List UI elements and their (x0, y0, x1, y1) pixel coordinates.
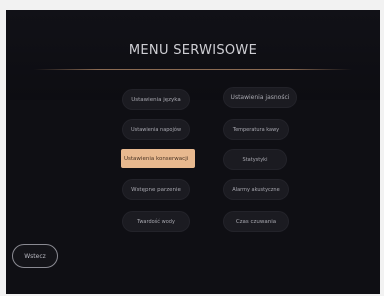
language-settings-button[interactable]: Ustawienia języka (123, 90, 189, 109)
statistics-button[interactable]: Statystyki (224, 150, 286, 169)
standby-time-button[interactable]: Czas czuwania (224, 212, 288, 231)
water-hardness-button[interactable]: Twardość wody (123, 212, 189, 231)
title-divider (34, 69, 352, 70)
acoustic-alarms-button[interactable]: Alarmy akustyczne (224, 180, 288, 199)
drinks-settings-button[interactable]: Ustawienia napojów (123, 120, 189, 139)
maintenance-settings-button[interactable]: Ustawienia konserwacji (121, 149, 195, 168)
service-menu-screen: MENU SERWISOWE Ustawienia języka Ustawie… (6, 10, 380, 294)
coffee-temperature-button[interactable]: Temperatura kawy (224, 120, 288, 139)
back-button[interactable]: Wstecz (12, 244, 58, 268)
page-title: MENU SERWISOWE (128, 43, 258, 58)
brightness-settings-button[interactable]: Ustawienia jasności (224, 88, 296, 107)
pre-brewing-button[interactable]: Wstępne parzenie (123, 180, 189, 199)
